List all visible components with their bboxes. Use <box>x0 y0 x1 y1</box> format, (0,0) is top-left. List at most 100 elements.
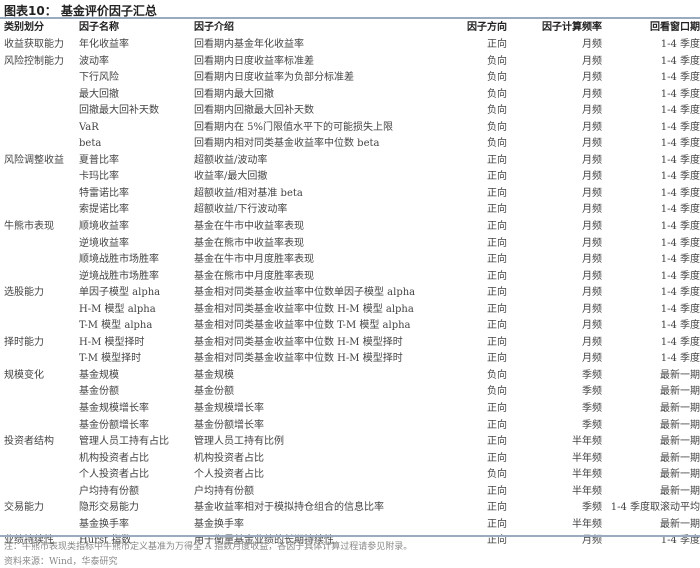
cell-calc-frequency: 月频 <box>582 105 602 117</box>
cell-lookback-window: 1-4 季度 <box>660 270 700 282</box>
header-category: 类别划分 <box>4 22 44 33</box>
cell-factor-name: 个人投资者占比 <box>79 469 149 481</box>
table-row: 交易能力 隐形交易能力 基金收益率相对于模拟持仓组合的信息比率 正向 季频 1-4 季度取… <box>0 500 700 517</box>
cell-factor-direction: 正向 <box>487 237 507 249</box>
cell-factor-name: 索提诺比率 <box>79 204 129 216</box>
table-row: 索提诺比率 超额收益/下行波动率 正向 月频 1-4 季度 <box>0 202 700 219</box>
table-row: 风险控制能力 波动率 回看期内日度收益率标准差 负向 月频 1-4 季度 <box>0 54 700 71</box>
cell-category <box>0 318 79 335</box>
cell-factor-name: 基金规模增长率 <box>79 403 149 415</box>
table-row: VaR 回看期内在 5%门限值水平下的可能损失上限 负向 月频 1-4 季度 <box>0 120 700 137</box>
cell-lookback-window: 最新一期 <box>660 518 700 530</box>
header-factor-name: 因子名称 <box>79 22 119 33</box>
cell-factor-direction: 正向 <box>487 187 507 199</box>
table-row: 风险调整收益 夏普比率 超额收益/波动率 正向 月频 1-4 季度 <box>0 153 700 170</box>
cell-category <box>0 87 79 104</box>
cell-category: 交易能力 <box>4 502 44 514</box>
cell-factor-direction: 正向 <box>487 171 507 183</box>
cell-calc-frequency: 月频 <box>582 88 602 100</box>
cell-category: 牛熊市表现 <box>4 221 54 233</box>
cell-calc-frequency: 半年频 <box>572 469 602 481</box>
cell-calc-frequency: 月频 <box>582 221 602 233</box>
table-row: 择时能力 H-M 模型择时 基金相对同类基金收益率中位数 H-M 模型择时 正向 月频 1… <box>0 335 700 352</box>
cell-factor-description: 基金规模 <box>194 369 234 381</box>
cell-lookback-window: 最新一期 <box>660 452 700 464</box>
cell-lookback-window: 1-4 季度 <box>660 105 700 117</box>
cell-factor-description: 回看期内回撤最大回补天数 <box>194 105 314 117</box>
table-row: 回撤最大回补天数 回看期内回撤最大回补天数 负向 月频 1-4 季度 <box>0 103 700 120</box>
cell-factor-description: 基金在熊市中月度胜率表现 <box>194 270 314 282</box>
cell-factor-name: 逆境收益率 <box>79 237 129 249</box>
cell-factor-description: 基金份额 <box>194 386 234 398</box>
cell-factor-name: H-M 模型择时 <box>79 336 145 348</box>
cell-factor-direction: 正向 <box>487 254 507 266</box>
table-row: 基金份额 基金份额 负向 季频 最新一期 <box>0 384 700 401</box>
cell-factor-direction: 负向 <box>487 55 507 67</box>
cell-factor-description: 回看期内日度收益率标准差 <box>194 55 314 67</box>
cell-calc-frequency: 月频 <box>582 270 602 282</box>
cell-factor-description: 基金份额增长率 <box>194 419 264 431</box>
cell-category <box>0 269 79 286</box>
cell-category <box>0 252 79 269</box>
cell-lookback-window: 1-4 季度 <box>660 221 700 233</box>
cell-category <box>0 236 79 253</box>
cell-category <box>0 517 79 534</box>
table-row: 个人投资者占比 个人投资者占比 负向 半年频 最新一期 <box>0 467 700 484</box>
cell-factor-description: 机构投资者占比 <box>194 452 264 464</box>
cell-calc-frequency: 半年频 <box>572 518 602 530</box>
table-row: 逆境收益率 基金在熊市中收益率表现 正向 月频 1-4 季度 <box>0 236 700 253</box>
cell-category <box>0 467 79 484</box>
table-row: 收益获取能力 年化收益率 回看期内基金年化收益率 正向 月频 1-4 季度 <box>0 37 700 54</box>
cell-factor-direction: 正向 <box>487 270 507 282</box>
cell-factor-direction: 正向 <box>487 452 507 464</box>
cell-factor-description: 基金换手率 <box>194 518 244 530</box>
cell-lookback-window: 1-4 季度 <box>660 336 700 348</box>
cell-calc-frequency: 月频 <box>582 154 602 166</box>
table-row: 户均持有份额 户均持有份额 正向 半年频 最新一期 <box>0 484 700 501</box>
cell-lookback-window: 最新一期 <box>660 485 700 497</box>
cell-factor-name: beta <box>79 138 102 150</box>
cell-calc-frequency: 半年频 <box>572 485 602 497</box>
cell-calc-frequency: 月频 <box>582 237 602 249</box>
cell-factor-direction: 负向 <box>487 138 507 150</box>
cell-category <box>0 120 79 137</box>
cell-lookback-window: 最新一期 <box>660 386 700 398</box>
cell-category <box>0 202 79 219</box>
cell-calc-frequency: 月频 <box>582 138 602 150</box>
cell-factor-description: 基金在牛市中收益率表现 <box>194 221 304 233</box>
cell-factor-name: 机构投资者占比 <box>79 452 149 464</box>
cell-factor-direction: 正向 <box>487 303 507 315</box>
cell-calc-frequency: 月频 <box>582 336 602 348</box>
cell-lookback-window: 1-4 季度 <box>660 320 700 332</box>
cell-factor-description: 收益率/最大回撤 <box>194 171 268 183</box>
table-row: H-M 模型 alpha 基金相对同类基金收益率中位数 H-M 模型 alpha 正… <box>0 302 700 319</box>
cell-calc-frequency: 季频 <box>582 419 602 431</box>
cell-calc-frequency: 半年频 <box>572 436 602 448</box>
cell-category <box>0 484 79 501</box>
cell-factor-direction: 正向 <box>487 518 507 530</box>
header-factor-direction: 因子方向 <box>467 22 507 33</box>
cell-factor-name: H-M 模型 alpha <box>79 303 156 315</box>
cell-category <box>0 103 79 120</box>
cell-factor-description: 基金相对同类基金收益率中位数 H-M 模型择时 <box>194 336 403 348</box>
cell-factor-direction: 正向 <box>487 353 507 365</box>
cell-factor-direction: 正向 <box>487 320 507 332</box>
cell-category <box>0 70 79 87</box>
cell-factor-description: 超额收益/下行波动率 <box>194 204 288 216</box>
cell-category <box>0 384 79 401</box>
table-bottom-divider <box>0 535 700 537</box>
cell-factor-name: 基金换手率 <box>79 518 129 530</box>
cell-factor-description: 基金收益率相对于模拟持仓组合的信息比率 <box>194 502 384 514</box>
cell-factor-description: 基金相对同类基金收益率中位数单因子模型 alpha <box>194 287 416 299</box>
table-row: 卡玛比率 收益率/最大回撤 正向 月频 1-4 季度 <box>0 169 700 186</box>
cell-factor-name: 基金份额增长率 <box>79 419 149 431</box>
cell-factor-direction: 正向 <box>487 403 507 415</box>
cell-factor-description: 基金相对同类基金收益率中位数 T-M 模型 alpha <box>194 320 411 332</box>
cell-lookback-window: 最新一期 <box>660 419 700 431</box>
cell-factor-description: 基金相对同类基金收益率中位数 H-M 模型择时 <box>194 353 403 365</box>
cell-factor-name: T-M 模型 alpha <box>79 320 153 332</box>
table-row: 牛熊市表现 顺境收益率 基金在牛市中收益率表现 正向 月频 1-4 季度 <box>0 219 700 236</box>
cell-lookback-window: 1-4 季度 <box>660 55 700 67</box>
cell-factor-name: T-M 模型择时 <box>79 353 142 365</box>
table-row: 基金份额增长率 基金份额增长率 正向 季频 最新一期 <box>0 418 700 435</box>
